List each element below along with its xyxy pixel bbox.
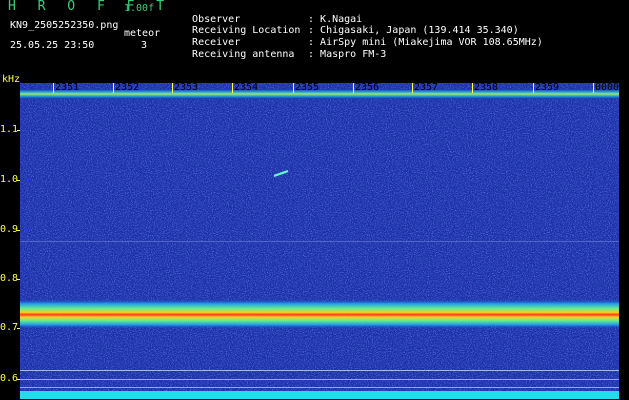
x-tick-mark — [593, 83, 594, 93]
x-tick-mark — [293, 83, 294, 93]
x-tick-label: 2351 — [55, 82, 80, 93]
y-axis-unit: kHz — [2, 74, 21, 85]
y-tick-label: 0.9 — [0, 224, 19, 235]
x-tick-label: 0000 — [595, 82, 620, 93]
info-key: Receiving antenna — [192, 49, 295, 60]
x-tick-mark — [353, 83, 354, 93]
spectrogram-plot — [20, 83, 619, 399]
info-value: Maspro FM-3 — [320, 49, 387, 60]
y-tick-label: 0.7 — [0, 322, 19, 333]
y-tick-label: 0.8 — [0, 273, 19, 284]
x-tick-mark — [53, 83, 54, 93]
meteor-count-value: 3 — [141, 40, 148, 51]
x-tick-label: 2357 — [414, 82, 439, 93]
spectrogram-image — [20, 83, 619, 399]
x-tick-mark — [232, 83, 233, 93]
x-tick-mark — [172, 83, 173, 93]
y-tick-label: 1.0 — [0, 174, 19, 185]
image-filename: KN9_2505252350.png — [10, 20, 119, 31]
x-tick-label: 2356 — [355, 82, 380, 93]
timestamp: 25.05.25 23:50 — [10, 40, 95, 51]
info-separator: : — [308, 49, 315, 60]
x-tick-label: 2354 — [234, 82, 259, 93]
x-tick-mark — [412, 83, 413, 93]
x-tick-mark — [472, 83, 473, 93]
x-tick-label: 2353 — [174, 82, 199, 93]
y-tick-label: 0.6 — [0, 373, 19, 384]
x-tick-label: 2352 — [115, 82, 140, 93]
info-row-antenna: Receiving antenna: Maspro FM-3 — [180, 38, 386, 60]
version-label: 1.00f — [124, 3, 155, 14]
x-tick-label: 2358 — [474, 82, 499, 93]
x-tick-label: 2359 — [535, 82, 560, 93]
x-tick-label: 2355 — [295, 82, 320, 93]
x-tick-mark — [533, 83, 534, 93]
x-tick-mark — [113, 83, 114, 93]
meteor-count-label: meteor — [124, 28, 161, 39]
y-tick-label: 1.1 — [0, 124, 19, 135]
